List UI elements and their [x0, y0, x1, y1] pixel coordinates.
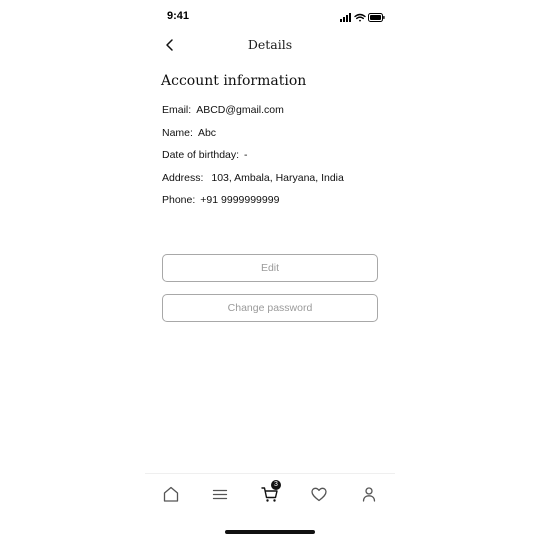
birthday-row: Date of birthday: -	[162, 149, 387, 172]
battery-icon	[368, 13, 385, 22]
nav-divider	[145, 473, 395, 474]
nav-cart[interactable]: 3	[259, 480, 281, 505]
bottom-nav: 3	[145, 480, 395, 508]
heart-icon	[311, 487, 327, 502]
home-icon	[163, 486, 179, 502]
details-screen: 9:41 Details Account information Email: …	[145, 0, 395, 540]
nav-profile[interactable]	[358, 483, 380, 505]
profile-icon	[362, 487, 376, 502]
field-label: Name:	[162, 126, 193, 139]
field-label: Date of birthday:	[162, 149, 240, 162]
address-row: Address: 103, Ambala, Haryana, India	[162, 172, 387, 195]
wifi-icon	[354, 13, 366, 22]
menu-icon	[212, 489, 228, 500]
field-value: ABCD@gmail.com	[196, 104, 284, 116]
field-value: Abc	[197, 126, 217, 139]
status-time: 9:41	[167, 10, 190, 22]
email-row: Email: ABCD@gmail.com	[162, 104, 387, 127]
field-value: 103, Ambala, Haryana, India	[208, 171, 344, 184]
home-indicator	[225, 530, 315, 534]
page-title: Details	[247, 37, 293, 52]
phone-row: Phone: +91 9999999999	[162, 194, 387, 217]
nav-wishlist[interactable]	[308, 483, 330, 505]
edit-button[interactable]: Edit	[162, 254, 378, 282]
field-label: Phone:	[162, 194, 196, 207]
name-row: Name: Abc	[162, 127, 387, 150]
account-info-list: Email: ABCD@gmail.com Name: Abc Date of bi…	[162, 104, 387, 217]
field-label: Address:	[162, 171, 204, 184]
status-icons	[340, 11, 388, 23]
section-title: Account information	[161, 73, 307, 89]
cart-badge: 3	[271, 480, 281, 490]
nav-menu[interactable]	[209, 483, 231, 505]
signal-icon	[340, 13, 351, 22]
field-label: Email:	[162, 104, 192, 116]
nav-home[interactable]	[160, 483, 182, 505]
field-value: -	[244, 149, 248, 162]
field-value: +91 9999999999	[200, 194, 280, 207]
change-password-button[interactable]: Change password	[162, 294, 378, 322]
